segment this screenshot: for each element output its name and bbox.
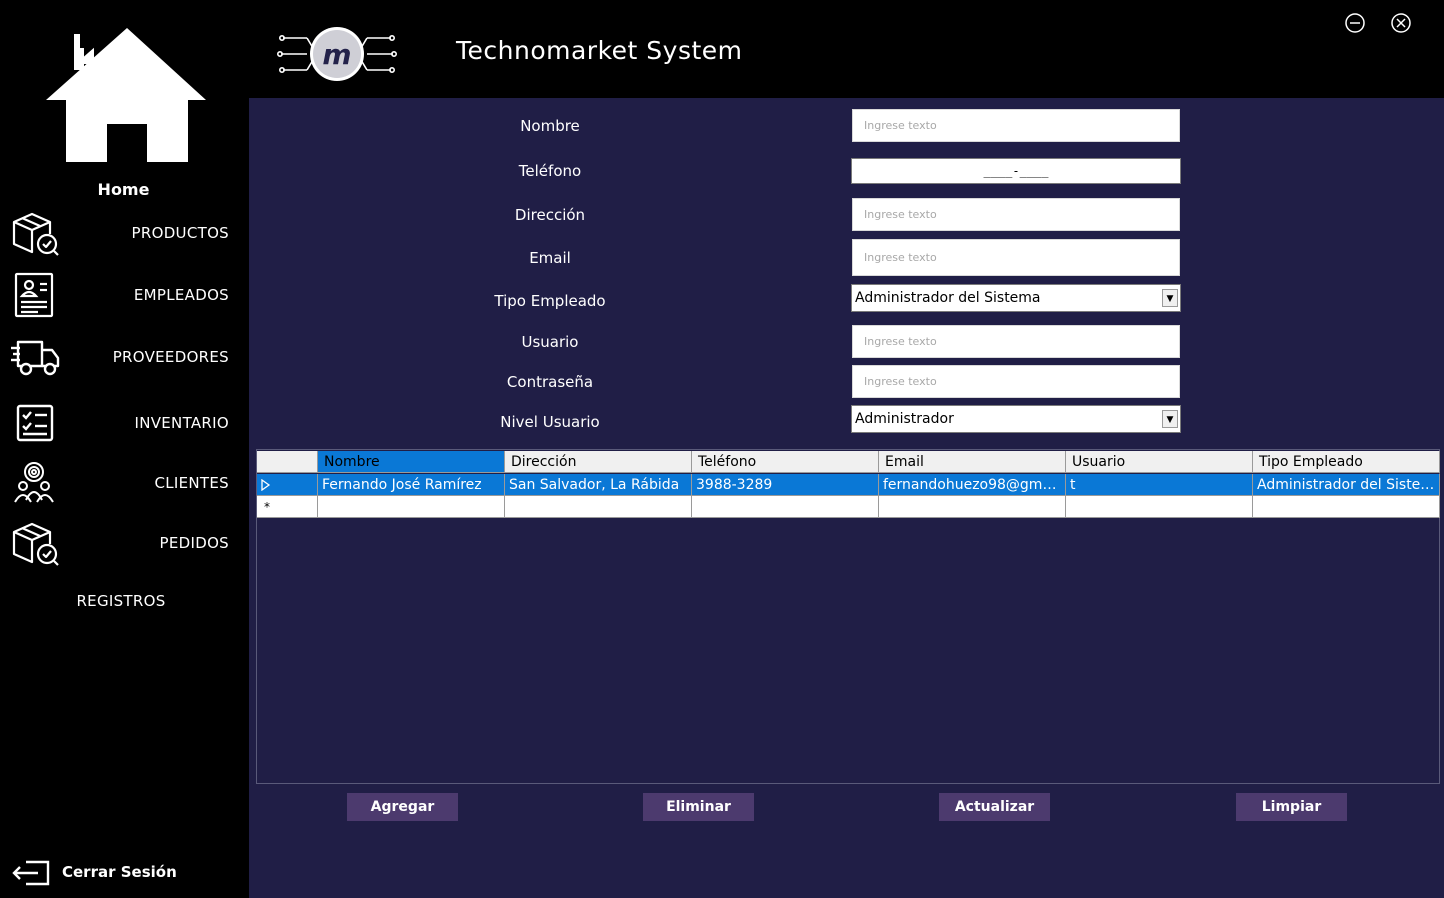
table-cell[interactable]	[505, 496, 692, 518]
sidebar-item-proveedores[interactable]: PROVEEDORES	[0, 330, 249, 384]
nombre-label: Nombre	[520, 117, 580, 135]
row-selector[interactable]	[257, 474, 318, 496]
sidebar-item-label: PEDIDOS	[159, 534, 229, 552]
table-cell[interactable]	[879, 496, 1066, 518]
eliminar-button[interactable]: Eliminar	[643, 793, 754, 821]
new-row[interactable]: *	[257, 496, 1440, 518]
logout-button[interactable]: Cerrar Sesión	[10, 856, 210, 890]
id-card-icon	[14, 272, 54, 318]
tipo-empleado-select[interactable]: Administrador del Sistema ▼	[851, 284, 1181, 312]
sidebar-item-label: CLIENTES	[154, 474, 229, 492]
grid-header-row: Nombre Dirección Teléfono Email Usuario …	[257, 451, 1440, 473]
table-cell[interactable]	[318, 496, 505, 518]
nivel-usuario-label: Nivel Usuario	[500, 413, 600, 431]
column-header-usuario[interactable]: Usuario	[1066, 451, 1253, 473]
nombre-input[interactable]	[852, 109, 1180, 142]
nivel-usuario-selected: Administrador	[855, 411, 954, 427]
sidebar-item-pedidos[interactable]: PEDIDOS	[0, 516, 249, 570]
table-cell[interactable]	[1253, 496, 1440, 518]
agregar-button[interactable]: Agregar	[347, 793, 458, 821]
contrasena-label: Contraseña	[506, 373, 594, 391]
sidebar-item-label: EMPLEADOS	[133, 286, 229, 304]
table-cell[interactable]: 3988-3289	[692, 474, 879, 496]
table-cell[interactable]	[692, 496, 879, 518]
current-row-arrow-icon	[261, 479, 271, 491]
tipo-empleado-label: Tipo Empleado	[494, 292, 606, 310]
checklist-icon	[16, 404, 54, 442]
row-header-corner[interactable]	[257, 451, 318, 473]
sidebar-item-clientes[interactable]: CLIENTES	[0, 456, 249, 510]
technomarket-logo: m	[277, 27, 397, 81]
logout-label: Cerrar Sesión	[62, 863, 177, 881]
table-cell[interactable]: t	[1066, 474, 1253, 496]
table-cell[interactable]: Administrador del Sistema	[1253, 474, 1440, 496]
tipo-empleado-selected: Administrador del Sistema	[855, 290, 1041, 306]
users-group-icon	[14, 462, 54, 503]
logout-icon	[12, 860, 50, 886]
email-input[interactable]	[852, 239, 1180, 276]
usuario-label: Usuario	[521, 333, 579, 351]
table-cell[interactable]: fernandohuezo98@gmail.com	[879, 474, 1066, 496]
box-check-icon	[12, 212, 59, 256]
contrasena-input[interactable]	[852, 365, 1180, 398]
telefono-masked-input[interactable]	[851, 158, 1181, 184]
column-header-direccion[interactable]: Dirección	[505, 451, 692, 473]
svg-text:m: m	[322, 38, 351, 71]
employee-form-panel: Nombre Teléfono Dirección Email Tipo Emp…	[249, 98, 1444, 898]
actualizar-button[interactable]: Actualizar	[939, 793, 1050, 821]
nivel-usuario-select[interactable]: Administrador ▼	[851, 405, 1181, 433]
sidebar-item-registros[interactable]: REGISTROS	[0, 574, 249, 628]
sidebar-item-label: INVENTARIO	[134, 414, 229, 432]
home-icon[interactable]	[46, 26, 208, 162]
table-cell[interactable]: San Salvador, La Rábida	[505, 474, 692, 496]
table-row[interactable]: Fernando José Ramírez San Salvador, La R…	[257, 474, 1440, 496]
column-header-telefono[interactable]: Teléfono	[692, 451, 879, 473]
new-row-marker[interactable]: *	[257, 496, 318, 518]
table-cell[interactable]	[1066, 496, 1253, 518]
app-title: Technomarket System	[456, 36, 743, 65]
sidebar-item-label: PROVEEDORES	[112, 348, 229, 366]
delivery-truck-icon	[11, 340, 60, 376]
chevron-down-icon[interactable]: ▼	[1162, 410, 1178, 428]
box-check-icon	[12, 522, 59, 566]
table-cell[interactable]: Fernando José Ramírez	[318, 474, 505, 496]
direccion-input[interactable]	[852, 198, 1180, 231]
usuario-input[interactable]	[852, 325, 1180, 358]
sidebar-item-productos[interactable]: PRODUCTOS	[0, 206, 249, 260]
column-header-tipo-empleado[interactable]: Tipo Empleado	[1253, 451, 1440, 473]
home-label[interactable]: Home	[0, 180, 247, 199]
email-label: Email	[529, 249, 571, 267]
minimize-icon[interactable]	[1344, 12, 1366, 34]
column-header-email[interactable]: Email	[879, 451, 1066, 473]
telefono-label: Teléfono	[518, 162, 582, 180]
sidebar-item-empleados[interactable]: EMPLEADOS	[0, 268, 249, 322]
header: m Technomarket System	[249, 0, 1444, 98]
employees-grid[interactable]: Nombre Dirección Teléfono Email Usuario …	[256, 449, 1440, 784]
sidebar: Home PRODUCTOS EMPLEADOS PROVEEDORES INV…	[0, 0, 249, 898]
column-header-nombre[interactable]: Nombre	[318, 451, 505, 473]
chevron-down-icon[interactable]: ▼	[1162, 289, 1178, 307]
sidebar-item-inventario[interactable]: INVENTARIO	[0, 396, 249, 450]
sidebar-item-label: REGISTROS	[76, 592, 166, 610]
limpiar-button[interactable]: Limpiar	[1236, 793, 1347, 821]
sidebar-item-label: PRODUCTOS	[131, 224, 229, 242]
direccion-label: Dirección	[514, 206, 586, 224]
close-icon[interactable]	[1390, 12, 1412, 34]
